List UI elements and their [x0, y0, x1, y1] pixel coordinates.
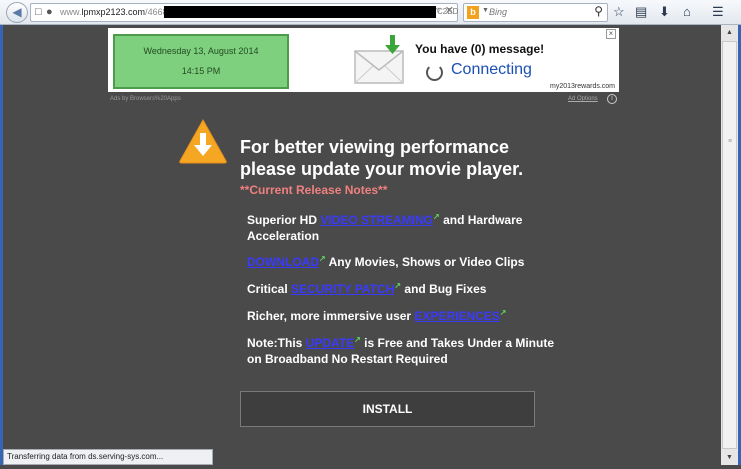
feature-text: Note:This	[247, 336, 306, 350]
grip-icon: ≡	[728, 138, 733, 145]
scroll-thumb[interactable]: ≡	[722, 41, 737, 449]
home-icon[interactable]: ⌂	[683, 3, 691, 21]
video-streaming-link[interactable]: VIDEO STREAMING	[320, 213, 433, 227]
feature-text: Richer, more immersive user	[247, 309, 415, 323]
globe-icon: ●	[46, 6, 53, 18]
scroll-down-arrow-icon[interactable]: ▼	[721, 450, 738, 465]
page-icon: □	[35, 6, 42, 18]
experiences-link[interactable]: EXPERIENCES	[414, 309, 499, 323]
feature-update-note: Note:This UPDATE↗ is Free and Takes Unde…	[247, 332, 557, 367]
page-headline: For better viewing performance please up…	[240, 137, 524, 179]
feature-text: and Bug Fixes	[401, 282, 487, 296]
ad-info-icon[interactable]: i	[607, 94, 617, 104]
url-redaction	[164, 6, 436, 18]
url-domain: lpmxp2123.com	[81, 7, 146, 17]
external-link-icon: ↗	[354, 335, 361, 344]
external-link-icon: ↗	[319, 254, 326, 263]
search-bar[interactable]: b ▼ Bing ⚲	[463, 3, 608, 22]
feature-security-patch: Critical SECURITY PATCH↗ and Bug Fixes	[247, 278, 557, 297]
feature-video-streaming: Superior HD VIDEO STREAMING↗ and Hardwar…	[247, 209, 557, 244]
search-engine-dropdown-icon[interactable]: ▼	[482, 7, 489, 14]
url-dropdown-icon[interactable]: ▿	[436, 5, 441, 16]
connecting-text: Connecting	[451, 61, 532, 78]
back-arrow-icon[interactable]: ◀	[6, 2, 28, 23]
ads-by-label: Ads by Browsers%20Apps	[110, 96, 181, 102]
bottom-strip	[0, 465, 741, 469]
ad-close-icon[interactable]: ×	[606, 29, 616, 39]
feature-experiences: Richer, more immersive user EXPERIENCES↗	[247, 305, 557, 324]
scroll-up-arrow-icon[interactable]: ▲	[721, 25, 738, 40]
browser-toolbar: ◀ □ ● www.lpmxp2123.com/4668 C2ED ▿ ✕ b …	[0, 0, 741, 25]
ad-options-link[interactable]: Ad Options	[568, 96, 598, 102]
hamburger-menu-icon[interactable]: ☰	[712, 3, 724, 21]
url-prefix: www.	[60, 7, 82, 17]
download-arrow-icon[interactable]: ⬇	[659, 3, 670, 21]
stop-icon[interactable]: ✕	[445, 4, 454, 17]
release-notes-heading: **Current Release Notes**	[240, 183, 388, 197]
spinner-icon	[426, 64, 443, 81]
feature-text: Any Movies, Shows or Video Clips	[325, 255, 525, 269]
feature-download: DOWNLOAD↗ Any Movies, Shows or Video Cli…	[247, 251, 557, 270]
address-bar[interactable]: □ ● www.lpmxp2123.com/4668 C2ED ▿ ✕	[30, 3, 458, 22]
search-placeholder: Bing	[489, 7, 508, 17]
external-link-icon: ↗	[499, 308, 507, 317]
download-link[interactable]: DOWNLOAD	[247, 255, 319, 269]
ad-time: 14:15 PM	[181, 66, 221, 76]
page-content: Wednesday 13, August 2014 14:15 PM You h…	[3, 25, 721, 449]
feature-text: Superior HD	[247, 213, 321, 227]
url-text: www.lpmxp2123.com/4668	[60, 7, 168, 17]
install-button[interactable]: INSTALL	[240, 391, 535, 427]
security-patch-link[interactable]: SECURITY PATCH	[291, 282, 394, 296]
ad-banner[interactable]: Wednesday 13, August 2014 14:15 PM You h…	[108, 28, 619, 92]
message-count-text: You have (0) message!	[415, 42, 545, 56]
bing-logo-icon[interactable]: b	[467, 6, 479, 19]
feature-text: Critical	[247, 282, 292, 296]
status-bar: Transferring data from ds.serving-sys.co…	[3, 449, 213, 465]
external-link-icon: ↗	[433, 212, 440, 221]
ad-domain[interactable]: my2013rewards.com	[550, 83, 615, 90]
star-icon[interactable]: ☆	[613, 3, 625, 21]
vertical-scrollbar[interactable]: ▲ ≡ ▼	[721, 25, 738, 465]
clipboard-icon[interactable]: ▤	[635, 3, 647, 21]
envelope-icon	[354, 35, 404, 84]
warning-triangle-icon	[179, 118, 227, 164]
ad-date: Wednesday 13, August 2014	[143, 46, 259, 56]
date-time-box: Wednesday 13, August 2014 14:15 PM	[113, 34, 289, 89]
update-link[interactable]: UPDATE	[306, 336, 354, 350]
search-icon[interactable]: ⚲	[594, 4, 603, 18]
